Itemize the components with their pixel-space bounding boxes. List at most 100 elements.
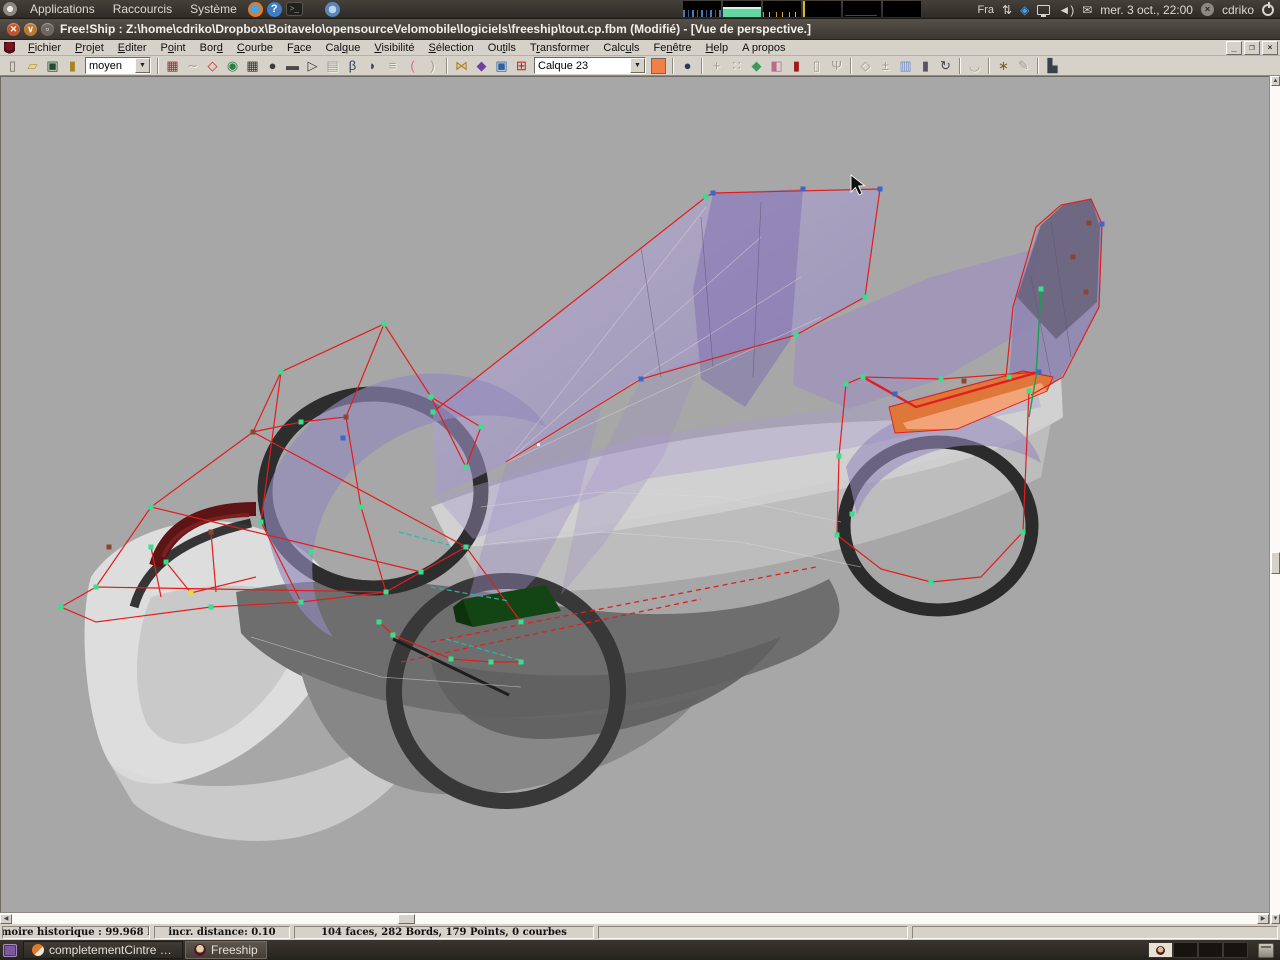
- control-net-grid-icon[interactable]: ▦: [163, 57, 182, 75]
- workspace-cell-4[interactable]: [1223, 942, 1248, 958]
- pink-hook-curve-icon[interactable]: (: [403, 57, 422, 75]
- menu-raccourcis[interactable]: Raccourcis: [106, 1, 179, 17]
- menu-editer[interactable]: Editer: [111, 41, 154, 55]
- power-icon[interactable]: [1262, 4, 1274, 16]
- red-checker-icon[interactable]: ⊞: [512, 57, 531, 75]
- precision-select-dropdown-arrow[interactable]: ▼: [135, 58, 150, 73]
- layer-select[interactable]: Calque 23▼: [534, 57, 646, 74]
- system-monitor-applets[interactable]: [683, 1, 921, 17]
- bowtie-plates-icon[interactable]: ⋈: [452, 57, 471, 75]
- vertical-scroll-thumb[interactable]: [1271, 552, 1280, 574]
- volume-icon[interactable]: ◄): [1058, 3, 1074, 17]
- layer-select-dropdown-arrow[interactable]: ▼: [630, 58, 645, 73]
- menu-fichier[interactable]: Fichier: [21, 41, 68, 55]
- taskbar-window-freeship[interactable]: Freeship: [185, 941, 267, 959]
- mdi-minimize-button[interactable]: _: [1226, 41, 1242, 55]
- menu-transformer[interactable]: Transformer: [523, 41, 597, 55]
- mesh-grid-icon[interactable]: ▦: [243, 57, 262, 75]
- dropbox-icon[interactable]: ◈: [1020, 3, 1029, 17]
- blue-panel-icon[interactable]: ▣: [492, 57, 511, 75]
- menu-applications[interactable]: Applications: [23, 1, 102, 17]
- unlock-icon[interactable]: ▯: [807, 57, 826, 75]
- menu-selection[interactable]: Sélection: [422, 41, 481, 55]
- network-arrows-icon[interactable]: ⇅: [1002, 3, 1012, 17]
- open-folder-icon[interactable]: ▱: [23, 57, 42, 75]
- gray-hook-curve-icon[interactable]: ): [423, 57, 442, 75]
- horizontal-scrollbar[interactable]: ◀ ▶: [0, 912, 1269, 924]
- gray-grid-icon[interactable]: ▤: [323, 57, 342, 75]
- cpu-graph-applet[interactable]: [683, 1, 721, 17]
- trash-icon[interactable]: [1258, 943, 1274, 958]
- menu-point[interactable]: Point: [154, 41, 193, 55]
- network-graph-applet[interactable]: [763, 1, 801, 17]
- help-icon[interactable]: ?: [267, 2, 282, 17]
- interior-edges-diamond-icon[interactable]: ◇: [203, 57, 222, 75]
- menu-fenetre[interactable]: Fenêtre: [647, 41, 699, 55]
- tape-dispenser-icon[interactable]: ▙: [1043, 57, 1062, 75]
- anchor-icon[interactable]: Ψ: [827, 57, 846, 75]
- spark-icon[interactable]: ∗: [994, 57, 1013, 75]
- memory-graph-applet[interactable]: [723, 1, 761, 17]
- load-graph-applet[interactable]: [803, 1, 841, 17]
- flowlines-icon[interactable]: β: [343, 57, 362, 75]
- terminal-icon[interactable]: >_: [286, 2, 303, 16]
- dark-globe-icon[interactable]: ●: [678, 57, 697, 75]
- save-file-icon[interactable]: ▣: [43, 57, 62, 75]
- wedge-arrow-icon[interactable]: ▷: [303, 57, 322, 75]
- shaded-globe-icon[interactable]: ◉: [223, 57, 242, 75]
- comb-lines-icon[interactable]: ≡: [383, 57, 402, 75]
- workspace-cell-3[interactable]: [1198, 942, 1223, 958]
- window-maximize-button[interactable]: ▫: [41, 23, 54, 36]
- dark-leaf-icon[interactable]: ◗: [363, 57, 382, 75]
- clock[interactable]: mer. 3 oct., 22:00: [1100, 3, 1193, 17]
- scroll-left-arrow[interactable]: ◀: [0, 914, 12, 924]
- scroll-right-arrow[interactable]: ▶: [1257, 914, 1269, 924]
- dark-box-icon[interactable]: ▮: [916, 57, 935, 75]
- precision-select[interactable]: moyen▼: [85, 57, 151, 74]
- window-list-icon[interactable]: [3, 944, 17, 957]
- menu-outils[interactable]: Outils: [481, 41, 523, 55]
- add-points-icon[interactable]: ∷: [727, 57, 746, 75]
- layer-color-swatch[interactable]: [651, 58, 666, 74]
- user-status-icon[interactable]: ×: [1201, 3, 1214, 16]
- double-box-icon[interactable]: ▥: [896, 57, 915, 75]
- vertical-scrollbar[interactable]: ▲ ▼: [1269, 76, 1280, 924]
- menu-courbe[interactable]: Courbe: [230, 41, 280, 55]
- new-file-icon[interactable]: ▯: [3, 57, 22, 75]
- distro-logo-icon[interactable]: [3, 2, 17, 16]
- purple-gem-icon[interactable]: ◆: [472, 57, 491, 75]
- menu-a-propos[interactable]: A propos: [735, 41, 792, 55]
- window-close-button[interactable]: ✕: [7, 23, 20, 36]
- workspace-cell-2[interactable]: [1173, 942, 1198, 958]
- move-point-cross-icon[interactable]: +: [707, 57, 726, 75]
- window-minimize-button[interactable]: ∨: [24, 23, 37, 36]
- menu-help[interactable]: Help: [698, 41, 735, 55]
- mdi-close-button[interactable]: ×: [1262, 41, 1278, 55]
- red-lock-icon[interactable]: ▮: [787, 57, 806, 75]
- menu-calque[interactable]: Calque: [318, 41, 367, 55]
- firefox-icon[interactable]: [248, 2, 263, 17]
- rotate-arrow-icon[interactable]: ↻: [936, 57, 955, 75]
- diamond-outline-icon[interactable]: ◇: [856, 57, 875, 75]
- mdi-restore-button[interactable]: ❐: [1244, 41, 1260, 55]
- fair-curve-icon[interactable]: ◡: [965, 57, 984, 75]
- exit-door-icon[interactable]: ▮: [63, 57, 82, 75]
- taskbar-window-impress[interactable]: completementCintre - ...: [23, 941, 183, 959]
- pencil-icon[interactable]: ✎: [1014, 57, 1033, 75]
- menu-systeme[interactable]: Système: [183, 1, 244, 17]
- stamp-icon[interactable]: ▬: [283, 57, 302, 75]
- curvature-sphere-icon[interactable]: ●: [263, 57, 282, 75]
- display-icon[interactable]: [1037, 5, 1050, 15]
- scroll-down-arrow[interactable]: ▼: [1271, 914, 1280, 924]
- workspace-cell-1[interactable]: [1148, 942, 1173, 958]
- menu-bord[interactable]: Bord: [193, 41, 230, 55]
- horizontal-scroll-thumb[interactable]: [398, 914, 415, 924]
- plus-minus-icon[interactable]: ±: [876, 57, 895, 75]
- perspective-viewport[interactable]: [0, 76, 1269, 912]
- disk-graph-applet[interactable]: [843, 1, 881, 17]
- control-curve-icon[interactable]: ∼: [183, 57, 202, 75]
- pink-prism-icon[interactable]: ◧: [767, 57, 786, 75]
- menu-projet[interactable]: Projet: [68, 41, 111, 55]
- swap-graph-applet[interactable]: [883, 1, 921, 17]
- faceted-gem-icon[interactable]: ◆: [747, 57, 766, 75]
